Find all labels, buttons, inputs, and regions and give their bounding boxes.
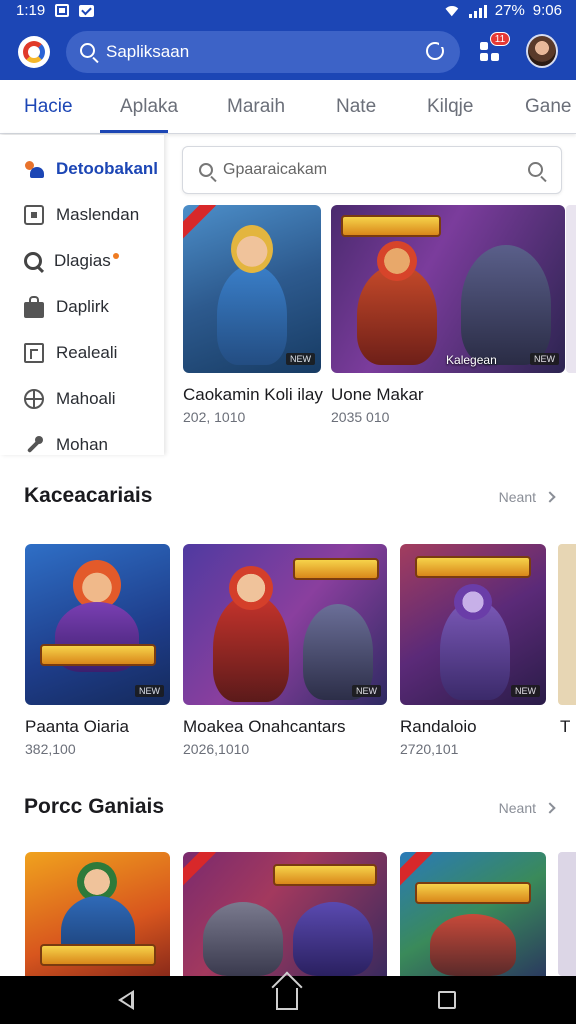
mail-notification-icon: [79, 4, 95, 17]
next-card-peek: [558, 852, 576, 976]
apps-button[interactable]: 11: [480, 32, 510, 64]
game-title: Randaloio: [400, 717, 477, 736]
tab-nate[interactable]: Nate: [336, 96, 376, 118]
search-bar[interactable]: Sapliksaan: [66, 31, 460, 73]
game-meta: 202, 1010: [183, 409, 246, 425]
globe-icon: [24, 389, 44, 409]
signal-icon: [468, 4, 487, 18]
sidebar-item-maslendan[interactable]: Maslendan: [24, 203, 139, 227]
notification-badge: 11: [490, 32, 510, 46]
bag-icon: [24, 296, 44, 318]
search-submit-icon[interactable]: [528, 162, 543, 177]
game-title: Caokamin Koli ilay: [183, 385, 323, 404]
app-bar: Sapliksaan 11: [0, 22, 576, 80]
section-more-link[interactable]: Neant: [498, 800, 556, 816]
sidebar-item-label: Mahoali: [56, 389, 116, 408]
sidebar-item-label: Daplirk: [56, 297, 109, 316]
bracket-icon: [24, 343, 44, 363]
game-thumbnail: NEW: [400, 544, 546, 705]
system-nav-bar: [0, 976, 576, 1024]
search-input[interactable]: Sapliksaan: [106, 42, 189, 62]
home-icon[interactable]: [276, 988, 298, 1010]
app-logo-icon[interactable]: [18, 36, 50, 68]
game-thumbnail: [25, 852, 170, 976]
search-icon: [199, 163, 213, 177]
game-thumbnail: Kalegean NEW: [331, 205, 565, 373]
recents-icon[interactable]: [438, 991, 456, 1009]
game-card[interactable]: NEW Randaloio 2720,101: [400, 544, 546, 764]
tab-gane[interactable]: Gane: [525, 96, 571, 118]
featured-card[interactable]: NEW Caokamin Koli ilay 202, 1010: [183, 205, 323, 425]
chevron-right-icon: [544, 802, 556, 814]
sidebar-item-label: Maslendan: [56, 205, 140, 224]
next-card-title-peek: T: [560, 717, 571, 736]
game-thumbnail: [183, 852, 387, 976]
tab-maraih[interactable]: Maraih: [227, 96, 285, 118]
sidebar-item-mahoali[interactable]: Mahoali: [24, 387, 116, 411]
game-card[interactable]: NEW Paanta Oiaria 382,100: [25, 544, 170, 764]
game-card[interactable]: [400, 852, 546, 976]
sidebar-item-detoobakanl[interactable]: Detoobakanl: [24, 157, 158, 181]
search-q-icon: [24, 252, 42, 270]
game-meta: 382,100: [25, 741, 76, 757]
game-meta: 2720,101: [400, 741, 459, 757]
next-card-peek: [566, 205, 576, 373]
game-meta: 2035 010: [331, 409, 390, 425]
tab-hacie[interactable]: Hacie: [24, 96, 73, 118]
sidebar-item-dlagias[interactable]: Dlagias: [24, 249, 119, 273]
game-thumbnail: NEW: [183, 205, 321, 373]
sidebar-item-mohan[interactable]: Mohan: [24, 433, 108, 457]
wrench-icon: [24, 435, 44, 455]
more-label: Neant: [498, 800, 536, 816]
game-card[interactable]: [25, 852, 170, 976]
new-indicator-dot: [112, 253, 119, 259]
chevron-right-icon: [544, 491, 556, 503]
game-thumbnail: NEW: [183, 544, 387, 705]
more-label: Neant: [498, 489, 536, 505]
search-icon: [80, 43, 95, 58]
game-title: Moakea Onahcantars: [183, 717, 346, 736]
wifi-icon: [443, 4, 461, 18]
sidebar-item-label: Dlagias: [54, 251, 111, 270]
status-time-right: 9:06: [532, 2, 562, 19]
refresh-icon[interactable]: [426, 41, 445, 60]
catalog-search-input[interactable]: Gpaaraicakam: [223, 161, 327, 179]
section-title: Kaceacariais: [24, 484, 153, 507]
screenshot-icon: [55, 4, 70, 17]
sidebar-item-label: Detoobakanl: [56, 159, 159, 178]
sidebar-item-label: Realeali: [56, 343, 118, 362]
section-more-link[interactable]: Neant: [498, 489, 556, 505]
thumbnail-caption: Kalegean: [446, 353, 497, 367]
box-icon: [24, 205, 44, 225]
next-card-peek: [558, 544, 576, 705]
game-title: Uone Makar: [331, 385, 424, 404]
status-time-left: 1:19: [16, 2, 46, 19]
back-icon[interactable]: [118, 990, 134, 1010]
catalog-search[interactable]: Gpaaraicakam: [182, 146, 562, 194]
featured-card[interactable]: Kalegean NEW Uone Makar 2035 010: [331, 205, 565, 425]
avatar[interactable]: [526, 34, 558, 68]
game-card[interactable]: [183, 852, 387, 976]
sidebar: Detoobakanl Maslendan Dlagias Daplirk Re…: [0, 135, 164, 455]
game-meta: 2026,1010: [183, 741, 250, 757]
status-bar: 1:19 27% 9:06: [0, 0, 576, 22]
tab-aplaka[interactable]: Aplaka: [120, 96, 178, 118]
sidebar-item-daplirk[interactable]: Daplirk: [24, 295, 109, 319]
game-thumbnail: [400, 852, 546, 976]
active-tab-indicator: [100, 130, 168, 133]
tab-kilqje[interactable]: Kilqje: [427, 96, 473, 118]
game-thumbnail: NEW: [25, 544, 170, 705]
game-title: Paanta Oiaria: [25, 717, 129, 736]
game-card[interactable]: NEW Moakea Onahcantars 2026,1010: [183, 544, 387, 764]
sidebar-item-label: Mohan: [56, 435, 108, 454]
tab-bar: Hacie Aplaka Maraih Nate Kilqje Gane: [0, 80, 576, 134]
users-icon: [24, 159, 44, 179]
sidebar-item-realeali[interactable]: Realeali: [24, 341, 117, 365]
battery-percent: 27%: [494, 2, 525, 19]
section-title: Porcc Ganiais: [24, 795, 165, 818]
